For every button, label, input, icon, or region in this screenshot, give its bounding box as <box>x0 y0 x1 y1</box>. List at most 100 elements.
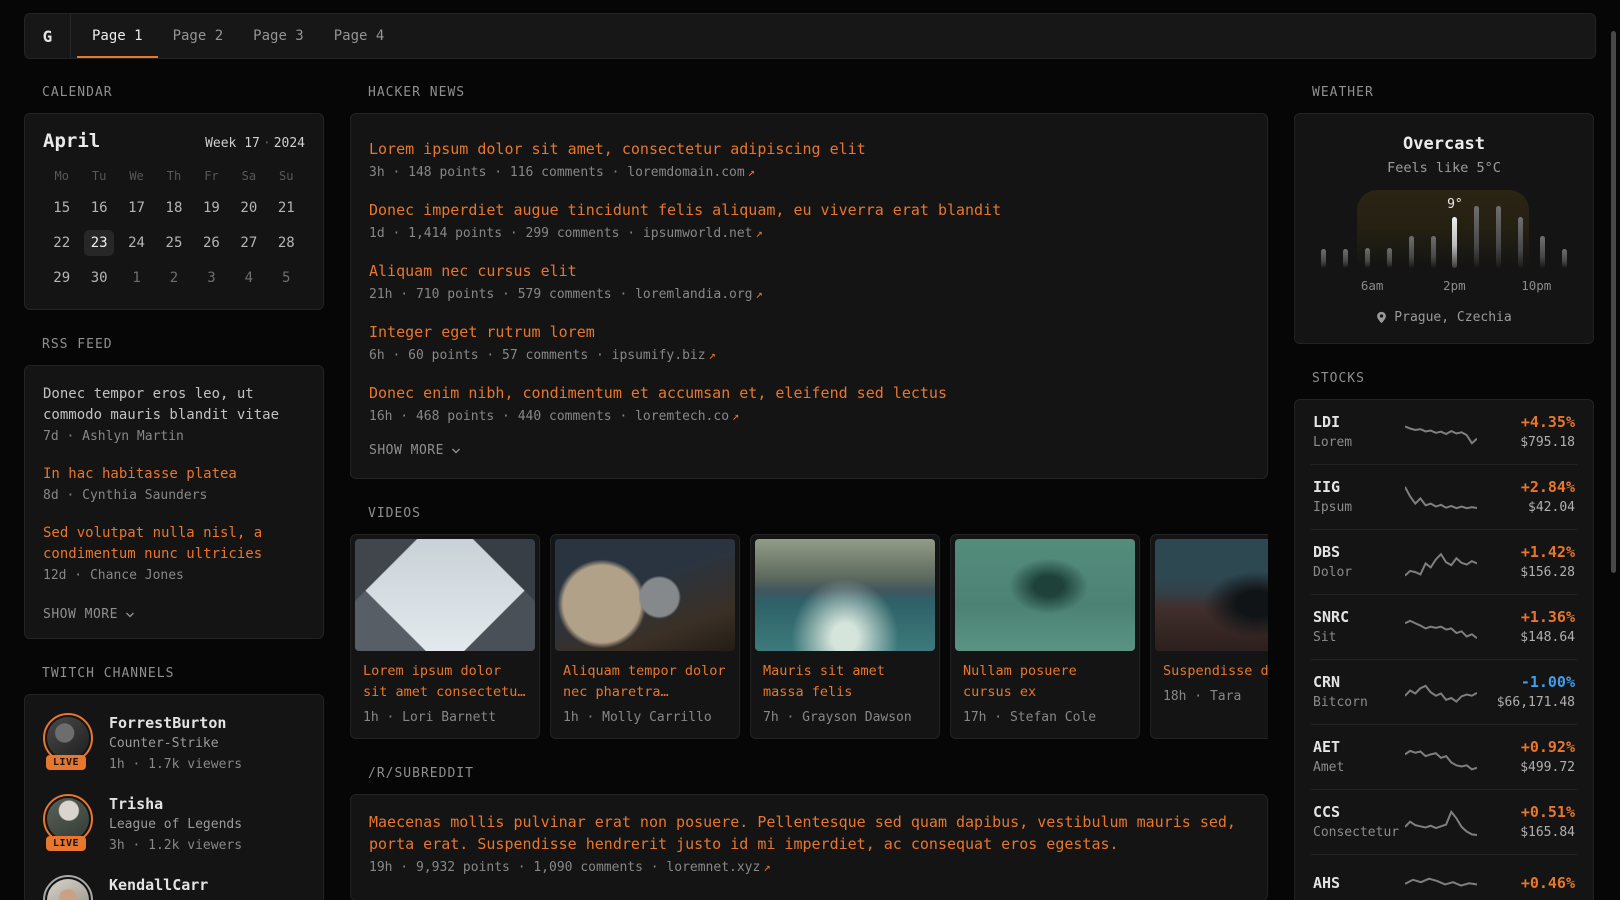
calendar-date-29[interactable]: 29 <box>47 265 77 291</box>
external-link-icon[interactable]: ↗ <box>706 348 716 362</box>
calendar-date-18[interactable]: 18 <box>159 195 189 221</box>
twitch-channel-name[interactable]: Trisha <box>109 794 242 815</box>
rss-item-title[interactable]: Sed volutpat nulla nisl, a condimentum n… <box>43 523 305 565</box>
section-title-stocks: STOCKS <box>1312 371 1594 386</box>
twitch-channel-row[interactable]: LIVEForrestBurtonCounter-Strike1h · 1.7k… <box>43 713 305 775</box>
video-card[interactable]: Nullam posuere cursus ex17h · Stefan Col… <box>950 534 1140 739</box>
stock-row[interactable]: CCSConsectetur+0.51%$165.84 <box>1311 789 1577 854</box>
stock-ticker[interactable]: AHS <box>1313 872 1405 894</box>
external-link-icon[interactable]: ↗ <box>753 226 763 240</box>
calendar-date-4[interactable]: 4 <box>234 265 264 291</box>
scrollbar-thumb[interactable] <box>1611 31 1616 573</box>
video-card[interactable]: Suspendisse diam18h · Tara <box>1150 534 1268 739</box>
section-title-weather: WEATHER <box>1312 85 1594 100</box>
twitch-channel-name[interactable]: ForrestBurton <box>109 713 242 734</box>
calendar-date-17[interactable]: 17 <box>122 195 152 221</box>
video-thumbnail[interactable] <box>755 539 935 651</box>
avatar: LIVE <box>43 794 93 844</box>
calendar-day-name: Tu <box>92 166 106 186</box>
subreddit-post-title[interactable]: Maecenas mollis pulvinar erat non posuer… <box>369 811 1249 855</box>
stock-ticker[interactable]: IIG <box>1313 476 1405 498</box>
calendar-grid: MoTuWeThFrSaSu15161718192021222324252627… <box>43 166 305 291</box>
stock-ticker[interactable]: SNRC <box>1313 606 1405 628</box>
twitch-channel-row[interactable]: LIVETrishaLeague of Legends3h · 1.2k vie… <box>43 794 305 856</box>
rss-item-meta: 8d · Cynthia Saunders <box>43 485 305 506</box>
twitch-channel-row[interactable]: KendallCarr <box>43 875 305 900</box>
stock-row[interactable]: SNRCSit+1.36%$148.64 <box>1311 594 1577 659</box>
video-thumbnail[interactable] <box>555 539 735 651</box>
calendar-date-22[interactable]: 22 <box>47 230 77 256</box>
tab-page-1[interactable]: Page 1 <box>77 14 158 58</box>
hacker-news-item-title[interactable]: Aliquam nec cursus elit <box>369 260 1249 282</box>
video-title[interactable]: Mauris sit amet massa felis <box>763 661 927 703</box>
calendar-date-5[interactable]: 5 <box>271 265 301 291</box>
calendar-date-15[interactable]: 15 <box>47 195 77 221</box>
calendar-date-16[interactable]: 16 <box>84 195 114 221</box>
video-card[interactable]: Aliquam tempor dolor nec pharetra…1h · M… <box>550 534 740 739</box>
external-link-icon[interactable]: ↗ <box>753 287 763 301</box>
stocks-card: LDILorem+4.35%$795.18 IIGIpsum +2.84%$42.0… <box>1294 399 1594 900</box>
hacker-news-item-title[interactable]: Donec enim nibh, condimentum et accumsan… <box>369 382 1249 404</box>
calendar-date-24[interactable]: 24 <box>122 230 152 256</box>
video-card[interactable]: Mauris sit amet massa felis7h · Grayson … <box>750 534 940 739</box>
video-thumbnail[interactable] <box>955 539 1135 651</box>
hacker-news-item-meta: 1d · 1,414 points · 299 comments · ipsum… <box>369 223 1249 244</box>
stock-name: Ipsum <box>1313 498 1405 518</box>
calendar-date-23[interactable]: 23 <box>84 230 114 256</box>
calendar-date-30[interactable]: 30 <box>84 265 114 291</box>
logo[interactable]: G <box>25 14 71 58</box>
video-title[interactable]: Lorem ipsum dolor sit amet consectetu… <box>363 661 527 703</box>
hacker-news-item: Donec imperdiet augue tincidunt felis al… <box>369 187 1249 248</box>
hacker-news-item-title[interactable]: Donec imperdiet augue tincidunt felis al… <box>369 199 1249 221</box>
calendar-date-28[interactable]: 28 <box>271 230 301 256</box>
video-title[interactable]: Nullam posuere cursus ex <box>963 661 1127 703</box>
calendar-date-3[interactable]: 3 <box>196 265 226 291</box>
calendar-date-19[interactable]: 19 <box>196 195 226 221</box>
video-title[interactable]: Suspendisse diam <box>1163 661 1268 682</box>
stock-row[interactable]: AETAmet+0.92%$499.72 <box>1311 724 1577 789</box>
stock-values: +2.84%$42.04 <box>1483 476 1575 518</box>
stock-row[interactable]: CRNBitcorn-1.00%$66,171.48 <box>1311 659 1577 724</box>
video-title[interactable]: Aliquam tempor dolor nec pharetra… <box>563 661 727 703</box>
tab-page-3[interactable]: Page 3 <box>238 14 319 58</box>
video-thumbnail[interactable] <box>355 539 535 651</box>
rss-item-title[interactable]: Donec tempor eros leo, ut commodo mauris… <box>43 384 305 426</box>
calendar-day-name: Su <box>279 166 293 186</box>
rss-item-title[interactable]: In hac habitasse platea <box>43 464 305 485</box>
stock-row[interactable]: IIGIpsum +2.84%$42.04 <box>1311 464 1577 529</box>
stock-ticker[interactable]: LDI <box>1313 411 1405 433</box>
calendar-date-25[interactable]: 25 <box>159 230 189 256</box>
calendar-date-26[interactable]: 26 <box>196 230 226 256</box>
stock-row[interactable]: LDILorem+4.35%$795.18 <box>1311 400 1577 464</box>
stock-row[interactable]: DBSDolor+1.42%$156.28 <box>1311 529 1577 594</box>
external-link-icon[interactable]: ↗ <box>729 409 739 423</box>
hacker-news-item-meta: 6h · 60 points · 57 comments · ipsumify.… <box>369 345 1249 366</box>
external-link-icon[interactable]: ↗ <box>745 165 755 179</box>
hacker-news-item-title[interactable]: Integer eget rutrum lorem <box>369 321 1249 343</box>
calendar-date-21[interactable]: 21 <box>271 195 301 221</box>
calendar-month: April <box>43 130 100 152</box>
tab-page-2[interactable]: Page 2 <box>158 14 239 58</box>
stock-name: Bitcorn <box>1313 693 1405 713</box>
calendar-date-1[interactable]: 1 <box>122 265 152 291</box>
location-pin-icon <box>1376 311 1387 324</box>
external-link-icon[interactable]: ↗ <box>760 860 770 874</box>
video-card[interactable]: Lorem ipsum dolor sit amet consectetu…1h… <box>350 534 540 739</box>
stock-row[interactable]: AHS+0.46% <box>1311 854 1577 900</box>
calendar-date-27[interactable]: 27 <box>234 230 264 256</box>
twitch-channel-name[interactable]: KendallCarr <box>109 875 208 896</box>
stock-ticker[interactable]: CCS <box>1313 801 1405 823</box>
stock-ticker[interactable]: CRN <box>1313 671 1405 693</box>
calendar-date-20[interactable]: 20 <box>234 195 264 221</box>
video-thumbnail[interactable] <box>1155 539 1268 651</box>
hn-show-more-button[interactable]: SHOW MORE <box>369 443 461 458</box>
stock-sparkline <box>1405 415 1477 449</box>
avatar-photo <box>47 798 89 840</box>
weather-hourly-chart: 9° <box>1321 206 1567 268</box>
tab-page-4[interactable]: Page 4 <box>319 14 400 58</box>
stock-ticker[interactable]: AET <box>1313 736 1405 758</box>
stock-ticker[interactable]: DBS <box>1313 541 1405 563</box>
rss-show-more-button[interactable]: SHOW MORE <box>43 607 135 622</box>
hacker-news-item-title[interactable]: Lorem ipsum dolor sit amet, consectetur … <box>369 138 1249 160</box>
calendar-date-2[interactable]: 2 <box>159 265 189 291</box>
